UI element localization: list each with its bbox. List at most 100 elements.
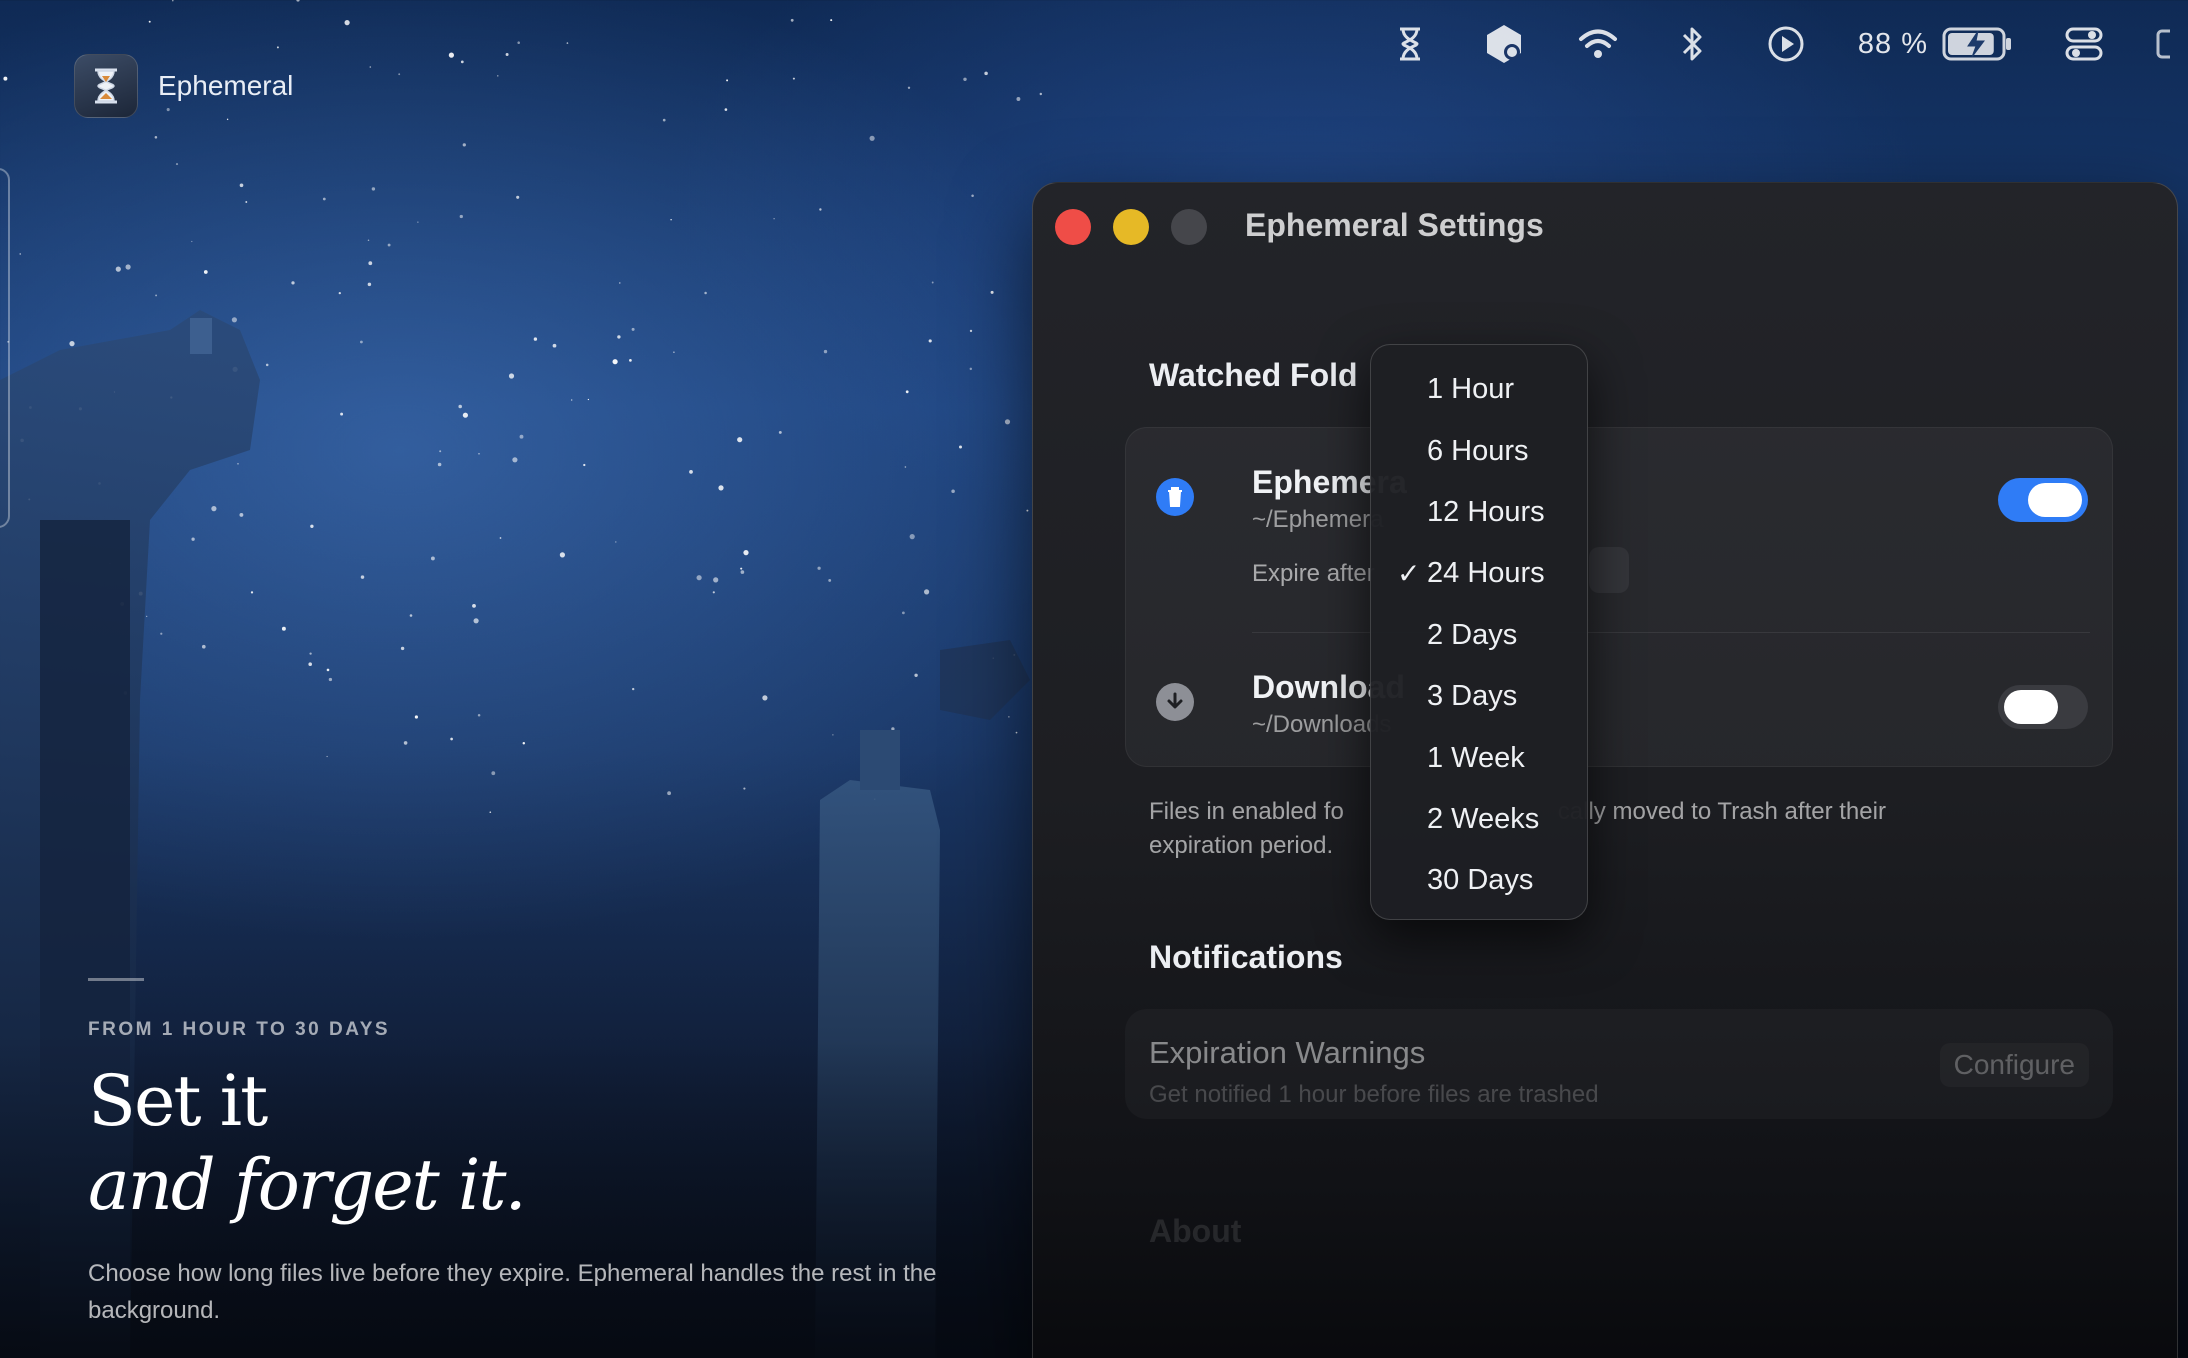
star (819, 208, 822, 211)
star (98, 482, 101, 485)
battery-status[interactable]: 88 % (1858, 26, 2012, 62)
star (828, 578, 832, 582)
star (552, 343, 557, 348)
star (823, 349, 828, 354)
star (232, 366, 238, 372)
expire-after-menu: 1 Hour 6 Hours 12 Hours ✓ 24 Hours 2 Days… (1370, 344, 1588, 920)
configure-button[interactable]: Configure (1940, 1043, 2089, 1087)
notification-center-icon[interactable] (2156, 22, 2170, 66)
star (905, 390, 909, 394)
star (571, 399, 573, 401)
star (726, 79, 729, 82)
menu-item-1-week[interactable]: 1 Week (1371, 727, 1587, 788)
star (971, 194, 974, 197)
star (951, 489, 955, 494)
expiration-warnings-subtitle: Get notified 1 hour before files are tra… (1149, 1081, 1599, 1108)
folder-toggle-downloads[interactable] (1998, 685, 2088, 729)
star (417, 221, 419, 223)
menu-item-6-hours[interactable]: 6 Hours (1371, 420, 1587, 481)
menu-item-3-days[interactable]: 3 Days (1371, 666, 1587, 727)
star (231, 317, 237, 323)
menu-item-label: 1 Week (1427, 741, 1525, 774)
expire-popup-button[interactable] (1589, 547, 1629, 593)
star (148, 20, 151, 23)
star (559, 552, 566, 558)
star (631, 327, 635, 331)
star (743, 550, 749, 556)
folder-row-ephemeral[interactable]: Ephemera ~/Ephemera Expire after (1126, 428, 2112, 632)
zoom-button[interactable] (1171, 209, 1207, 245)
menu-item-12-hours[interactable]: 12 Hours (1371, 482, 1587, 543)
star (387, 243, 391, 247)
bluetooth-icon[interactable] (1670, 22, 1714, 66)
hourglass-icon[interactable] (1388, 22, 1432, 66)
star (907, 86, 911, 89)
star (992, 657, 995, 659)
checkmark-icon: ✓ (1397, 558, 1421, 590)
window-title: Ephemeral Settings (1245, 207, 1544, 243)
star (990, 290, 994, 294)
star (1039, 92, 1043, 96)
star (873, 798, 876, 800)
star (191, 537, 195, 541)
star (462, 143, 466, 147)
folder-path: ~/Ephemera (1252, 506, 1384, 533)
star (138, 591, 143, 596)
star (459, 214, 463, 219)
star (462, 412, 468, 418)
star (160, 632, 163, 635)
star (439, 450, 442, 453)
star (472, 604, 476, 608)
app-badge-icon[interactable] (1482, 22, 1526, 66)
menu-item-1-hour[interactable]: 1 Hour (1371, 359, 1587, 420)
star (499, 537, 502, 539)
star (491, 771, 496, 776)
folder-toggle-ephemeral[interactable] (1998, 478, 2088, 522)
hero-headline-line1: Set it (88, 1060, 268, 1142)
play-circle-icon[interactable] (1764, 22, 1808, 66)
menu-item-24-hours[interactable]: ✓ 24 Hours (1371, 543, 1587, 604)
star (409, 614, 413, 617)
star (175, 163, 179, 166)
close-button[interactable] (1055, 209, 1091, 245)
watched-folders-title: Watched Fold (1149, 357, 1358, 393)
minimize-button[interactable] (1113, 209, 1149, 245)
hero-headline-line2: and forget it. (88, 1144, 527, 1226)
menu-item-label: 1 Hour (1427, 373, 1515, 406)
star (904, 466, 907, 468)
folders-note-part3: expiration period. (1149, 832, 1334, 859)
menu-item-2-days[interactable]: 2 Days (1371, 605, 1587, 666)
star (29, 406, 32, 409)
watched-folders-group: Ephemera ~/Ephemera Expire after Downloa… (1125, 427, 2113, 767)
expiration-warnings-card: Expiration Warnings Get notified 1 hour … (1125, 1009, 2113, 1119)
star (497, 75, 499, 77)
expiration-warnings-title: Expiration Warnings (1149, 1035, 1426, 1070)
menu-item-label: 2 Days (1427, 618, 1518, 651)
star (191, 240, 193, 243)
control-center-icon[interactable] (2062, 22, 2106, 66)
folder-row-downloads[interactable]: Download ~/Downloads (1126, 633, 2112, 767)
star (963, 77, 967, 82)
star (984, 71, 988, 76)
star (969, 367, 973, 371)
star (450, 737, 453, 741)
wifi-icon[interactable] (1576, 22, 1620, 66)
folders-note-part2: cally moved to Trash after their (1557, 798, 1886, 825)
star (113, 391, 116, 393)
star (914, 673, 918, 677)
menu-item-30-days[interactable]: 30 Days (1371, 850, 1587, 911)
battery-icon (1942, 27, 2011, 61)
star (696, 575, 702, 581)
star (508, 373, 515, 379)
star (615, 541, 617, 543)
star (522, 742, 526, 745)
menu-item-2-weeks[interactable]: 2 Weeks (1371, 789, 1587, 850)
star (909, 534, 915, 540)
star (1026, 509, 1029, 512)
app-name: Ephemeral (158, 70, 294, 101)
star (583, 463, 586, 467)
star (28, 498, 31, 501)
hourglass-icon (74, 54, 138, 118)
menu-bar: 88 % (1388, 14, 2188, 74)
star (115, 266, 121, 272)
